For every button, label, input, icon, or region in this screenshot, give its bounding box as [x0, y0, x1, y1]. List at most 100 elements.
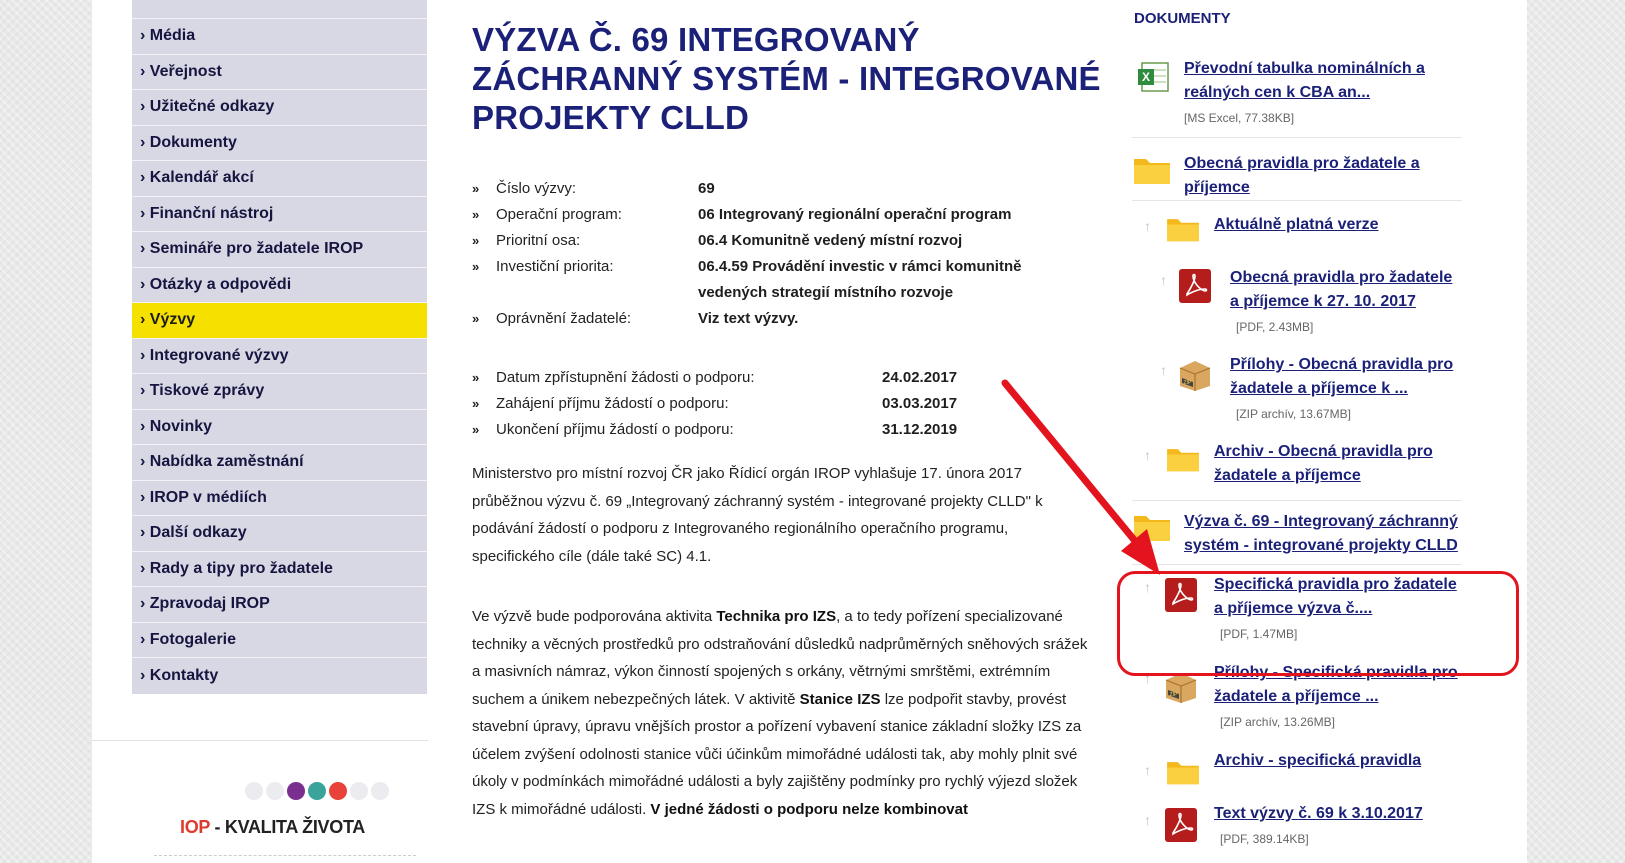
marker: »	[472, 181, 479, 196]
document-meta: [ZIP archív, 13.67MB]	[1236, 407, 1351, 421]
document-item: Obecná pravidla pro žadatele a příjemce …	[1230, 266, 1465, 334]
sidebar-item-irop-v-mediich[interactable]: › IROP v médiích	[132, 481, 427, 516]
call-info-table: » Číslo výzvy: 69 » Operační program: 06 I…	[472, 176, 1058, 332]
sidebar-item-tiskove-zpravy[interactable]: › Tiskové zprávy	[132, 374, 427, 410]
iop-logo-dots[interactable]	[245, 782, 389, 800]
sidebar-item-otazky[interactable]: › Otázky a odpovědi	[132, 268, 427, 303]
marker: »	[472, 311, 479, 326]
sidebar-item-kontakty[interactable]: › Kontakty	[132, 658, 427, 694]
iop-logo-text[interactable]: IOP - KVALITA ŽIVOTA	[180, 817, 365, 838]
pdf-icon	[1165, 808, 1197, 842]
folder-link[interactable]: Archiv - specifická pravidla	[1214, 749, 1464, 773]
document-item: Převodní tabulka nominálních a reálných …	[1184, 57, 1454, 125]
info-row: » Prioritní osa: 06.4 Komunitně vedený mí…	[472, 228, 1058, 254]
info-value: 69	[698, 180, 715, 197]
sidebar: › Média › Veřejnost › Užitečné odkazy › …	[92, 0, 428, 863]
svg-text:ZIP: ZIP	[1170, 692, 1178, 698]
up-arrow-icon: ↑	[1160, 272, 1167, 288]
annotation-arrow-icon	[1001, 379, 1160, 575]
folder-icon	[1134, 159, 1170, 184]
divider	[1132, 564, 1462, 565]
bold-run: Stanice IZS	[799, 690, 881, 708]
svg-text:X: X	[1142, 70, 1150, 84]
document-item: Výzva č. 69 - Integrovaný záchranný syst…	[1184, 510, 1469, 558]
sidebar-nav: › Média › Veřejnost › Užitečné odkazy › …	[132, 0, 427, 694]
sidebar-item-zpravodaj[interactable]: › Zpravodaj IROP	[132, 587, 427, 623]
sidebar-item-verejnost[interactable]: › Veřejnost	[132, 55, 427, 90]
sidebar-item-fotogalerie[interactable]: › Fotogalerie	[132, 623, 427, 658]
document-link[interactable]: Text výzvy č. 69 k 3.10.2017	[1214, 802, 1464, 826]
logo-dot	[308, 782, 326, 800]
sidebar-item-uzitecne-odkazy[interactable]: › Užitečné odkazy	[132, 90, 427, 126]
sidebar-item-rady-a-tipy[interactable]: › Rady a tipy pro žadatele	[132, 552, 427, 587]
document-item: Archiv - Obecná pravidla pro žadatele a …	[1214, 440, 1454, 488]
folder-icon	[1167, 762, 1199, 785]
info-label: Investiční priorita:	[496, 258, 614, 275]
sidebar-item-cut-off[interactable]	[132, 0, 427, 19]
text-run: lze podpořit stavby, provést stavební úp…	[472, 690, 1082, 818]
date-label: Zahájení příjmu žádostí o podporu:	[496, 395, 729, 412]
call-dates-table: » Datum zpřístupnění žádosti o podporu: 2…	[472, 365, 957, 443]
up-arrow-icon: ↑	[1144, 812, 1151, 828]
folder-link[interactable]: Výzva č. 69 - Integrovaný záchranný syst…	[1184, 510, 1469, 558]
up-arrow-icon: ↑	[1144, 762, 1151, 778]
sidebar-item-integrovane-vyzvy[interactable]: › Integrované výzvy	[132, 339, 427, 374]
document-meta: [PDF, 389.14KB]	[1220, 832, 1309, 846]
document-item: Přílohy - Obecná pravidla pro žadatele a…	[1230, 353, 1465, 421]
divider	[1132, 137, 1462, 138]
sidebar-item-dalsi-odkazy[interactable]: › Další odkazy	[132, 516, 427, 552]
logo-divider	[154, 855, 416, 856]
zip-icon: ZIP	[1179, 361, 1211, 391]
sidebar-item-media[interactable]: › Média	[132, 19, 427, 55]
sidebar-item-kalendar-akci[interactable]: › Kalendář akcí	[132, 161, 427, 197]
document-item: Text výzvy č. 69 k 3.10.2017 [PDF, 389.1…	[1214, 802, 1464, 846]
logo-dot	[266, 782, 284, 800]
document-link[interactable]: Obecná pravidla pro žadatele a příjemce …	[1230, 266, 1465, 314]
document-link[interactable]: Převodní tabulka nominálních a reálných …	[1184, 57, 1454, 105]
info-row: » Oprávnění žadatelé: Viz text výzvy.	[472, 306, 1058, 332]
info-row: » Číslo výzvy: 69	[472, 176, 1058, 202]
date-value: 03.03.2017	[882, 395, 958, 412]
divider	[1132, 200, 1462, 201]
info-value: 06.4.59 Provádění investic v rámci komun…	[698, 258, 1022, 301]
sidebar-item-dokumenty[interactable]: › Dokumenty	[132, 126, 427, 161]
info-row: » Operační program: 06 Integrovaný region…	[472, 202, 1058, 228]
page-title: VÝZVA Č. 69 INTEGROVANÝ ZÁCHRANNÝ SYSTÉM…	[472, 21, 1101, 136]
logo-dot	[371, 782, 389, 800]
folder-icon	[1167, 449, 1199, 472]
sidebar-divider	[92, 740, 428, 741]
info-label: Prioritní osa:	[496, 232, 581, 249]
logo-dot	[350, 782, 368, 800]
logo-dot	[287, 782, 305, 800]
sidebar-item-seminare[interactable]: › Semináře pro žadatele IROP	[132, 232, 427, 268]
folder-link[interactable]: Aktuálně platná verze	[1214, 213, 1464, 237]
sidebar-item-vyzvy[interactable]: › Výzvy	[132, 303, 427, 339]
date-value: 24.02.2017	[882, 369, 958, 386]
pdf-icon	[1179, 269, 1211, 303]
document-link[interactable]: Přílohy - Obecná pravidla pro žadatele a…	[1230, 353, 1465, 401]
marker: »	[472, 396, 479, 411]
folder-link[interactable]: Obecná pravidla pro žadatele a příjemce	[1184, 152, 1454, 200]
info-value: Viz text výzvy.	[698, 310, 799, 327]
marker: »	[472, 259, 479, 274]
info-row: » Investiční priorita: 06.4.59 Provádění …	[472, 254, 1058, 306]
document-meta: [MS Excel, 77.38KB]	[1184, 111, 1295, 125]
document-meta: [PDF, 2.43MB]	[1236, 320, 1314, 334]
marker: »	[472, 233, 479, 248]
document-item: Aktuálně platná verze	[1214, 213, 1464, 237]
highlight-box	[1117, 571, 1519, 676]
sidebar-item-financni-nastroj[interactable]: › Finanční nástroj	[132, 197, 427, 232]
folder-icon	[1167, 219, 1199, 242]
sidebar-item-novinky[interactable]: › Novinky	[132, 410, 427, 445]
folder-link[interactable]: Archiv - Obecná pravidla pro žadatele a …	[1214, 440, 1454, 488]
marker: »	[472, 207, 479, 222]
date-label: Datum zpřístupnění žádosti o podporu:	[496, 369, 755, 386]
sidebar-item-nabidka-zamestnani[interactable]: › Nabídka zaměstnání	[132, 445, 427, 481]
date-label: Ukončení příjmu žádostí o podporu:	[496, 421, 734, 438]
date-row: » Zahájení příjmu žádostí o podporu: 03.0…	[472, 391, 957, 417]
document-meta: [ZIP archív, 13.26MB]	[1220, 715, 1335, 729]
up-arrow-icon: ↑	[1144, 218, 1151, 234]
marker: »	[472, 422, 479, 437]
logo-dot	[329, 782, 347, 800]
description-paragraph: Ve výzvě bude podporována aktivita Techn…	[472, 603, 1092, 823]
